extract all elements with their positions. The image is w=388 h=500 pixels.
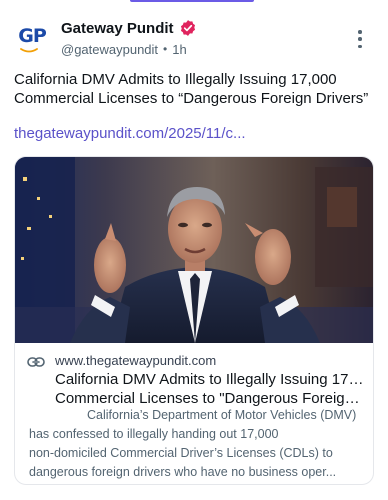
display-name[interactable]: Gateway Pundit: [61, 20, 174, 37]
card-domain: www.thegatewaypundit.com: [55, 353, 217, 368]
link-preview-card[interactable]: www.thegatewaypundit.com California DMV …: [14, 156, 374, 485]
post-time[interactable]: 1h: [172, 42, 186, 57]
handle[interactable]: @gatewaypundit: [61, 42, 158, 57]
post[interactable]: GP Gateway Pundit @gatewaypundit • 1h Ca…: [0, 0, 388, 500]
card-description-line: non-domiciled Commercial Driver’s Licens…: [29, 446, 333, 460]
post-text: California DMV Admits to Illegally Issui…: [14, 71, 369, 107]
post-link[interactable]: thegatewaypundit.com/2025/11/c...: [14, 124, 246, 143]
avatar-swoosh-icon: [20, 48, 38, 53]
card-title-line: California DMV Admits to Illegally Issui…: [55, 371, 367, 388]
card-body: www.thegatewaypundit.com California DMV …: [15, 343, 373, 484]
avatar-initials: GP: [18, 25, 47, 47]
card-image[interactable]: [15, 157, 373, 343]
avatar[interactable]: GP: [14, 20, 50, 56]
card-description-line: California’s Department of Motor Vehicle…: [87, 408, 357, 422]
card-photo: [15, 157, 373, 343]
card-description: California’s Department of Motor Vehicle…: [29, 406, 367, 482]
post-header: GP Gateway Pundit @gatewaypundit • 1h: [14, 18, 374, 58]
verified-badge-icon: [180, 20, 195, 36]
link-icon: [27, 357, 45, 367]
meta-separator: •: [163, 42, 168, 56]
card-description-line: has confessed to illegally handing out 1…: [29, 427, 279, 441]
more-vertical-icon[interactable]: [356, 30, 364, 48]
account-names: Gateway Pundit @gatewaypundit • 1h: [61, 18, 197, 58]
card-description-line: dangerous foreign drivers who have no bu…: [29, 465, 337, 479]
card-title[interactable]: California DMV Admits to Illegally Issui…: [55, 370, 367, 408]
